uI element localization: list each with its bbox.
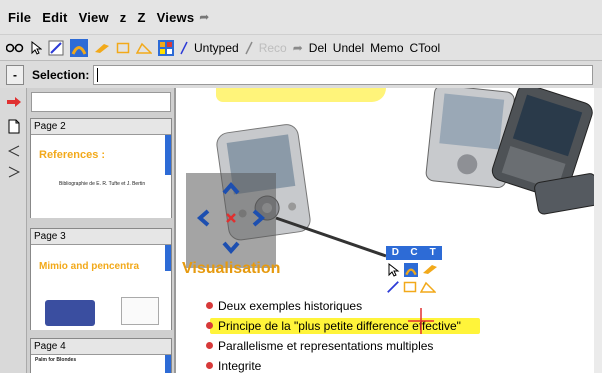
toolbar: Untyped Reco ➦ Del Undel Memo CTool — [0, 34, 602, 60]
selection-label: Selection: — [32, 67, 90, 82]
thumbnail-title: References : — [39, 149, 106, 161]
collapse-button[interactable]: - — [6, 64, 24, 85]
thumbnail-scroll-marker — [165, 245, 171, 271]
palette-pointer-icon[interactable] — [386, 263, 400, 277]
page-label: Page 2 — [31, 119, 171, 135]
dct-c-button[interactable]: C — [405, 246, 424, 260]
menu-zoom-in[interactable]: Z — [137, 10, 145, 25]
thumbnail-text: Palm for Blondes — [35, 357, 77, 363]
nav-left-icon[interactable] — [196, 209, 210, 227]
palette-arc-icon[interactable] — [403, 263, 419, 277]
menu-file[interactable]: File — [8, 10, 31, 25]
thumbnail-scroll-marker — [165, 355, 171, 373]
triangle-left-icon[interactable] — [6, 143, 22, 159]
slash-gray-icon — [245, 39, 253, 57]
page-3-thumbnail[interactable]: Page 3 Mimio and pencentra — [30, 228, 172, 330]
red-arrow-icon[interactable] — [6, 94, 22, 110]
pen-icon[interactable] — [48, 39, 64, 57]
menu-views[interactable]: Views — [157, 10, 195, 25]
navigation-pad — [186, 173, 276, 268]
slide-heading: Visualisation — [182, 260, 281, 277]
bullet-dot-icon — [206, 342, 213, 349]
triangle-right-icon[interactable] — [6, 164, 22, 180]
shape-icon[interactable] — [136, 39, 152, 57]
document-icon[interactable] — [6, 118, 22, 134]
page-thumbnail-list: Page 2 References : Bibliographie de E. … — [26, 88, 174, 373]
palette-shape-icon[interactable] — [420, 280, 436, 294]
page-1-thumbnail[interactable] — [31, 92, 171, 112]
photo-image — [121, 297, 159, 325]
ctool-button[interactable]: CTool — [410, 39, 441, 57]
page-2-thumbnail[interactable]: Page 2 References : Bibliographie de E. … — [30, 118, 172, 218]
bullet-item: Parallelisme et representations multiple… — [206, 336, 461, 356]
bullet-dot-icon — [206, 302, 213, 309]
palette-marker-icon[interactable] — [422, 263, 438, 275]
selection-bar: - Selection: — [0, 60, 602, 88]
nav-right-icon[interactable] — [252, 209, 266, 227]
undel-button[interactable]: Undel — [333, 39, 364, 57]
left-icon-column — [0, 88, 26, 373]
menu-bar: File Edit View z Z Views ➦ — [0, 0, 602, 34]
page-label: Page 4 — [31, 339, 171, 355]
arrow-icon: ➦ — [292, 40, 303, 55]
palette-rectangle-icon[interactable] — [403, 280, 417, 294]
palette-pen-icon[interactable] — [386, 280, 400, 294]
page-4-thumbnail[interactable]: Page 4 Palm for Blondes — [30, 338, 172, 373]
dct-tool-palette: D C T — [386, 246, 442, 294]
untyped-button[interactable]: Untyped — [194, 39, 239, 57]
marker-icon[interactable] — [94, 39, 110, 57]
canvas-scrollbar[interactable] — [594, 88, 602, 373]
pointer-icon[interactable] — [30, 39, 42, 57]
crosshair-cursor-icon — [408, 308, 434, 334]
menu-arrow-icon: ➦ — [199, 10, 210, 24]
memo-button[interactable]: Memo — [370, 39, 403, 57]
menu-zoom-out[interactable]: z — [120, 10, 127, 25]
dct-d-button[interactable]: D — [386, 246, 405, 260]
arc-tool-icon[interactable] — [70, 38, 88, 57]
page-label: Page 3 — [31, 229, 171, 245]
del-button[interactable]: Del — [309, 39, 327, 57]
glasses-icon[interactable] — [6, 39, 24, 57]
slash-icon[interactable] — [180, 39, 188, 57]
slide-canvas[interactable]: Visualisation D C T Deux exemples histor… — [174, 88, 602, 373]
bullet-dot-icon — [206, 322, 213, 329]
menu-edit[interactable]: Edit — [42, 10, 67, 25]
thumbnail-scroll-marker — [165, 135, 171, 175]
nav-close-icon[interactable] — [226, 213, 236, 223]
thumbnail-title: Mimio and pencentra — [39, 261, 140, 272]
rectangle-icon[interactable] — [116, 39, 130, 57]
menu-view[interactable]: View — [79, 10, 109, 25]
device-image — [45, 300, 95, 326]
bullet-dot-icon — [206, 362, 213, 369]
thumbnail-text: Bibliographie de E. R. Tufte et J. Berti… — [59, 181, 146, 187]
nav-down-icon[interactable] — [222, 241, 240, 255]
text-caret — [97, 67, 99, 82]
reco-button[interactable]: Reco — [259, 39, 287, 57]
color-palette-icon[interactable] — [158, 39, 174, 57]
bullet-item: Integrite — [206, 356, 461, 373]
selection-input[interactable] — [93, 64, 594, 85]
nav-up-icon[interactable] — [222, 181, 240, 195]
dct-t-button[interactable]: T — [423, 246, 442, 260]
